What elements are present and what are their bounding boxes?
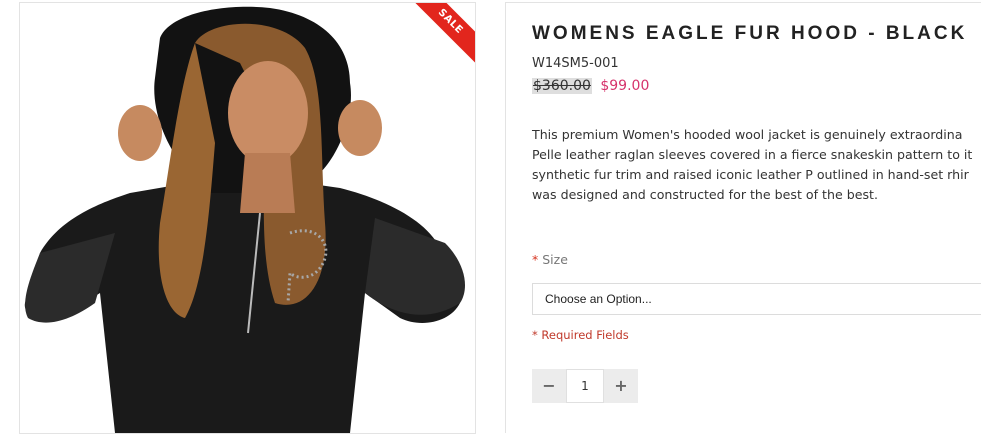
product-sku: W14SM5-001 [532, 56, 619, 71]
description-line: This premium Women's hooded wool jacket … [532, 127, 963, 142]
description-line: Pelle leather raglan sleeves covered in … [532, 147, 973, 162]
size-select[interactable]: Choose an Option... [532, 283, 981, 315]
required-marker: * [532, 252, 539, 267]
quantity-input[interactable]: 1 [566, 369, 604, 403]
size-label-text: Size [542, 252, 568, 267]
size-label: * Size [532, 252, 568, 267]
price-block: $360.00 $99.00 [532, 78, 649, 94]
quantity-increase-button[interactable]: + [604, 369, 638, 403]
description-line: was designed and constructed for the bes… [532, 187, 878, 202]
product-description: This premium Women's hooded wool jacket … [532, 125, 981, 205]
description-line: synthetic fur trim and raised iconic lea… [532, 167, 969, 182]
quantity-decrease-button[interactable]: − [532, 369, 566, 403]
product-title: WOMENS EAGLE FUR HOOD - BLACK [532, 23, 968, 44]
sale-price: $99.00 [600, 78, 650, 94]
quantity-stepper: − 1 + [532, 369, 638, 403]
old-price: $360.00 [532, 78, 592, 94]
product-photo [20, 3, 475, 433]
product-image-card[interactable]: SALE [19, 2, 476, 434]
required-fields-note: * Required Fields [532, 328, 629, 342]
product-info-panel: WOMENS EAGLE FUR HOOD - BLACK W14SM5-001… [505, 2, 981, 433]
